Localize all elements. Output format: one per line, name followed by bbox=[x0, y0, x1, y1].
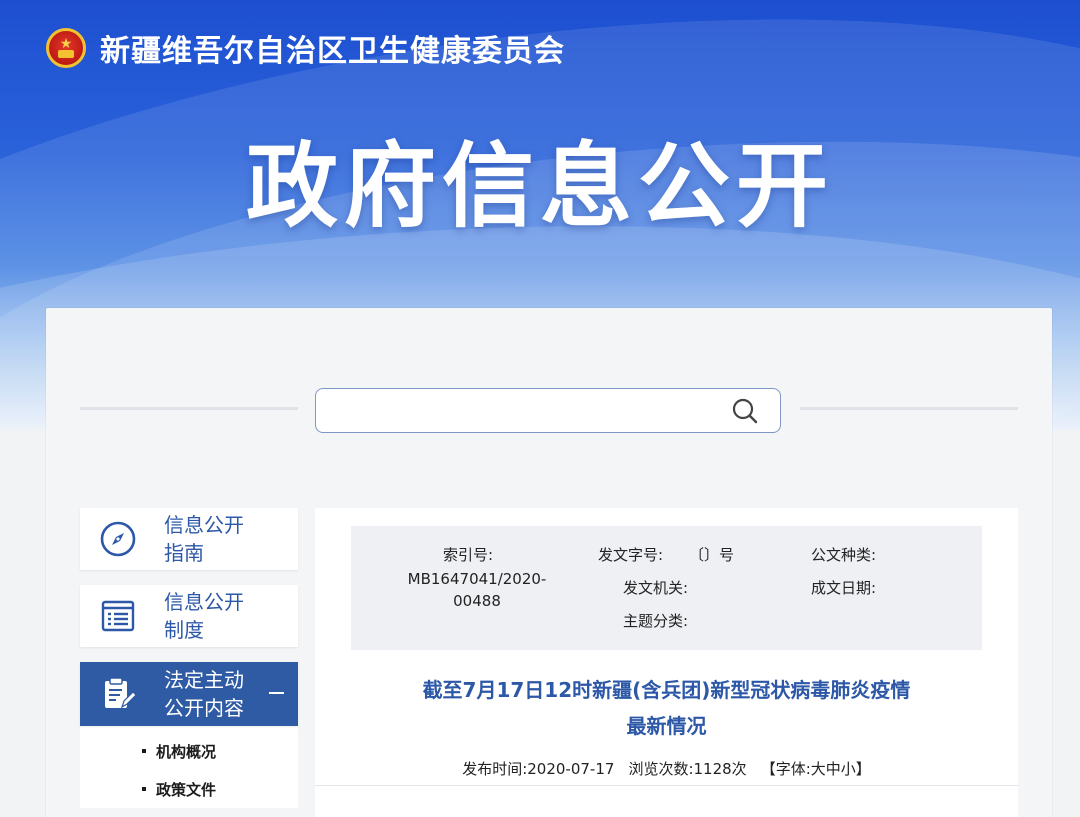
publish-label: 发布时间: bbox=[462, 760, 528, 778]
sidebar-item-statutory-content[interactable]: 法定主动 公开内容 bbox=[80, 662, 298, 726]
font-small-link[interactable]: 小 bbox=[841, 760, 856, 778]
font-size-label-open: 【字体: bbox=[760, 760, 811, 778]
site-header: 新疆维吾尔自治区卫生健康委员会 bbox=[46, 26, 565, 70]
search-box bbox=[315, 388, 781, 433]
publish-date: 2020-07-17 bbox=[527, 760, 615, 778]
topic-label: 主题分类: bbox=[623, 612, 689, 630]
doc-number-value: 〔〕号 bbox=[689, 546, 735, 564]
sidebar-item-label: 信息公开 制度 bbox=[164, 590, 244, 642]
date-label: 成文日期: bbox=[811, 579, 877, 597]
edit-document-icon bbox=[105, 677, 137, 709]
page-title: 政府信息公开 bbox=[245, 133, 834, 240]
doc-number-label: 发文字号: bbox=[598, 546, 664, 564]
submenu-item-org-overview[interactable]: 机构概况 bbox=[80, 732, 298, 770]
views-label: 浏览次数: bbox=[628, 760, 694, 778]
index-label: 索引号: bbox=[443, 546, 494, 564]
search-icon[interactable] bbox=[728, 394, 762, 428]
list-document-icon bbox=[101, 600, 135, 632]
views-count: 1128次 bbox=[693, 760, 747, 778]
divider-line bbox=[800, 407, 1018, 410]
sidebar-item-disclosure-guide[interactable]: 信息公开 指南 bbox=[80, 508, 298, 570]
org-name[interactable]: 新疆维吾尔自治区卫生健康委员会 bbox=[100, 26, 565, 70]
divider-line bbox=[80, 407, 298, 410]
compass-icon bbox=[100, 521, 136, 557]
sidebar-item-label: 信息公开 指南 bbox=[164, 513, 244, 565]
document-metadata: 索引号: MB1647041/2020- 00488 发文字号: 〔〕号 发文机… bbox=[351, 526, 982, 650]
sidebar-submenu: 机构概况 政策文件 bbox=[80, 726, 298, 808]
content-divider bbox=[315, 785, 1018, 786]
font-large-link[interactable]: 大 bbox=[811, 760, 826, 778]
national-emblem-icon bbox=[46, 28, 86, 68]
sidebar: 信息公开 指南 信息公开 制度 法定主动 公开内容 机构概况 政策文件 bbox=[80, 508, 298, 808]
font-size-label-close: 】 bbox=[855, 760, 871, 778]
publish-info-bar: 发布时间:2020-07-17 浏览次数:1128次 【字体:大中小】 bbox=[315, 758, 1018, 779]
issuer-label: 发文机关: bbox=[623, 579, 689, 597]
sidebar-item-label: 法定主动 公开内容 bbox=[164, 668, 244, 720]
submenu-item-policy-docs[interactable]: 政策文件 bbox=[80, 770, 298, 808]
sidebar-item-disclosure-system[interactable]: 信息公开 制度 bbox=[80, 585, 298, 647]
index-value: MB1647041/2020- 00488 bbox=[407, 570, 547, 610]
collapse-icon[interactable] bbox=[269, 692, 284, 694]
search-input[interactable] bbox=[316, 389, 728, 432]
font-medium-link[interactable]: 中 bbox=[826, 760, 841, 778]
document-content: 索引号: MB1647041/2020- 00488 发文字号: 〔〕号 发文机… bbox=[315, 508, 1018, 817]
document-title: 截至7月17日12时新疆(含兵团)新型冠状病毒肺炎疫情 最新情况 bbox=[422, 678, 911, 738]
doc-type-label: 公文种类: bbox=[811, 546, 877, 564]
